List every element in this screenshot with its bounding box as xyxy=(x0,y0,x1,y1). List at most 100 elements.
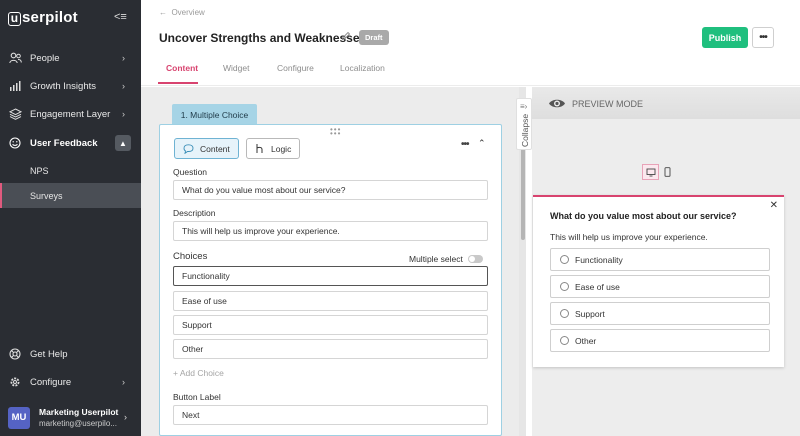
logic-button-label: Logic xyxy=(271,143,292,154)
drag-handle-icon[interactable]: ••• ••• xyxy=(330,126,341,138)
multiple-select-toggle[interactable]: Multiple select xyxy=(409,254,483,264)
chevron-up-icon[interactable]: ▲ xyxy=(115,135,131,151)
preview-mode-indicator: PREVIEW MODE xyxy=(548,98,643,109)
step-tab[interactable]: 1. Multiple Choice xyxy=(172,104,257,125)
page-title: Uncover Strengths and Weaknesses xyxy=(159,31,367,45)
chevron-right-icon: › xyxy=(122,53,125,63)
collapse-label[interactable]: Collapse xyxy=(520,114,530,147)
description-input[interactable]: This will help us improve your experienc… xyxy=(173,221,488,241)
sidebar-item-label: Engagement Layer xyxy=(30,108,111,120)
chevron-right-icon: › xyxy=(124,412,127,422)
sidebar-subitem-nps[interactable]: NPS xyxy=(0,158,141,183)
survey-option[interactable]: Other xyxy=(550,329,770,352)
survey-option[interactable]: Support xyxy=(550,302,770,325)
collapse-sidebar-icon[interactable]: <≡ xyxy=(114,11,127,23)
card-more-options-icon[interactable]: ••• xyxy=(461,139,469,150)
device-toggle xyxy=(642,164,676,180)
sidebar-item-label: User Feedback xyxy=(30,137,98,149)
avatar: MU xyxy=(8,406,30,429)
gear-icon xyxy=(8,375,22,389)
userpilot-logo[interactable]: u serpilot xyxy=(8,9,78,26)
question-card: ••• ••• Content Logic ••• ⌃ Question What… xyxy=(159,124,502,436)
sidebar-item-configure[interactable]: Configure › xyxy=(0,369,141,395)
content-button-label: Content xyxy=(200,143,230,154)
choice-input[interactable]: Ease of use xyxy=(173,291,488,311)
tab-configure[interactable]: Configure xyxy=(277,63,314,73)
user-account[interactable]: MU Marketing Userpilot marketing@userpil… xyxy=(0,399,141,436)
mobile-icon[interactable] xyxy=(659,164,676,180)
description-label: Description xyxy=(173,208,216,218)
chat-bubble-icon xyxy=(183,143,194,154)
choice-input[interactable]: Functionality xyxy=(173,266,488,286)
logic-icon xyxy=(255,143,265,154)
sidebar-item-label: Get Help xyxy=(30,348,68,360)
radio-icon xyxy=(560,282,569,291)
back-arrow-icon: ← xyxy=(159,8,172,17)
survey-option-label: Ease of use xyxy=(575,281,620,292)
sidebar-subitem-surveys[interactable]: Surveys xyxy=(0,183,141,208)
logic-button[interactable]: Logic xyxy=(246,138,301,159)
radio-icon xyxy=(560,336,569,345)
breadcrumb[interactable]: ← Overview xyxy=(159,8,205,17)
sidebar-item-label: People xyxy=(30,52,60,64)
choice-input[interactable]: Support xyxy=(173,315,488,335)
tab-localization[interactable]: Localization xyxy=(340,63,385,73)
tab-widget[interactable]: Widget xyxy=(223,63,249,73)
choice-input[interactable]: Other xyxy=(173,339,488,359)
sidebar-item-label: Configure xyxy=(30,376,72,388)
chevron-up-icon[interactable]: ⌃ xyxy=(478,138,486,149)
page-header: ← Overview Uncover Strengths and Weaknes… xyxy=(141,0,800,86)
content-button[interactable]: Content xyxy=(174,138,239,159)
menu-icon: ≡› xyxy=(520,102,528,111)
smile-icon xyxy=(8,136,22,150)
chevron-right-icon: › xyxy=(122,377,125,387)
pencil-icon[interactable] xyxy=(341,31,351,43)
choices-label: Choices xyxy=(173,251,208,262)
sidebar: u serpilot <≡ People › Growth Insights › … xyxy=(0,0,141,436)
more-options-button[interactable]: ••• xyxy=(752,27,774,48)
sidebar-subitem-label: Surveys xyxy=(30,190,63,201)
toggle-switch[interactable] xyxy=(467,255,483,263)
logo-text: serpilot xyxy=(22,9,78,26)
layers-icon xyxy=(8,107,22,121)
chevron-right-icon: › xyxy=(122,109,125,119)
question-label: Question xyxy=(173,167,208,177)
publish-button[interactable]: Publish xyxy=(702,27,748,48)
sidebar-item-growth-insights[interactable]: Growth Insights › xyxy=(0,73,141,99)
tab-content[interactable]: Content xyxy=(166,63,198,73)
survey-option-label: Other xyxy=(575,335,597,346)
logo-letter: u xyxy=(8,12,21,26)
people-icon xyxy=(8,51,22,65)
close-icon[interactable]: ✕ xyxy=(770,200,778,211)
multiple-select-label: Multiple select xyxy=(409,254,463,264)
sidebar-item-user-feedback[interactable]: User Feedback ▲ xyxy=(0,130,141,156)
preview-pane: PREVIEW MODE ✕ What do you value most ab… xyxy=(532,87,800,436)
survey-option[interactable]: Functionality xyxy=(550,248,770,271)
sidebar-subitem-label: NPS xyxy=(30,165,49,176)
button-label-label: Button Label xyxy=(173,392,221,402)
preview-mode-label: PREVIEW MODE xyxy=(572,98,644,109)
bar-chart-icon xyxy=(8,79,22,93)
survey-question: What do you value most about our service… xyxy=(550,211,737,221)
sidebar-item-people[interactable]: People › xyxy=(0,45,141,71)
chevron-right-icon: › xyxy=(122,81,125,91)
radio-icon xyxy=(560,309,569,318)
survey-preview: ✕ What do you value most about our servi… xyxy=(533,195,784,367)
survey-option-label: Support xyxy=(575,308,605,319)
survey-option-label: Functionality xyxy=(575,254,623,265)
eye-icon xyxy=(548,98,566,109)
sidebar-item-label: Growth Insights xyxy=(30,80,96,92)
sidebar-item-engagement-layer[interactable]: Engagement Layer › xyxy=(0,101,141,127)
button-label-input[interactable]: Next xyxy=(173,405,488,425)
question-input[interactable]: What do you value most about our service… xyxy=(173,180,488,200)
user-email: marketing@userpilo... xyxy=(39,419,117,428)
status-badge: Draft xyxy=(359,30,389,45)
sidebar-item-get-help[interactable]: Get Help xyxy=(0,341,141,367)
breadcrumb-label: Overview xyxy=(171,8,205,17)
help-icon xyxy=(8,347,22,361)
desktop-icon[interactable] xyxy=(642,164,659,180)
editor-panel: 1. Multiple Choice ••• ••• Content Logic … xyxy=(141,87,520,436)
survey-option[interactable]: Ease of use xyxy=(550,275,770,298)
preview-toolbar: PREVIEW MODE xyxy=(532,87,800,119)
add-choice-button[interactable]: + Add Choice xyxy=(173,368,224,378)
